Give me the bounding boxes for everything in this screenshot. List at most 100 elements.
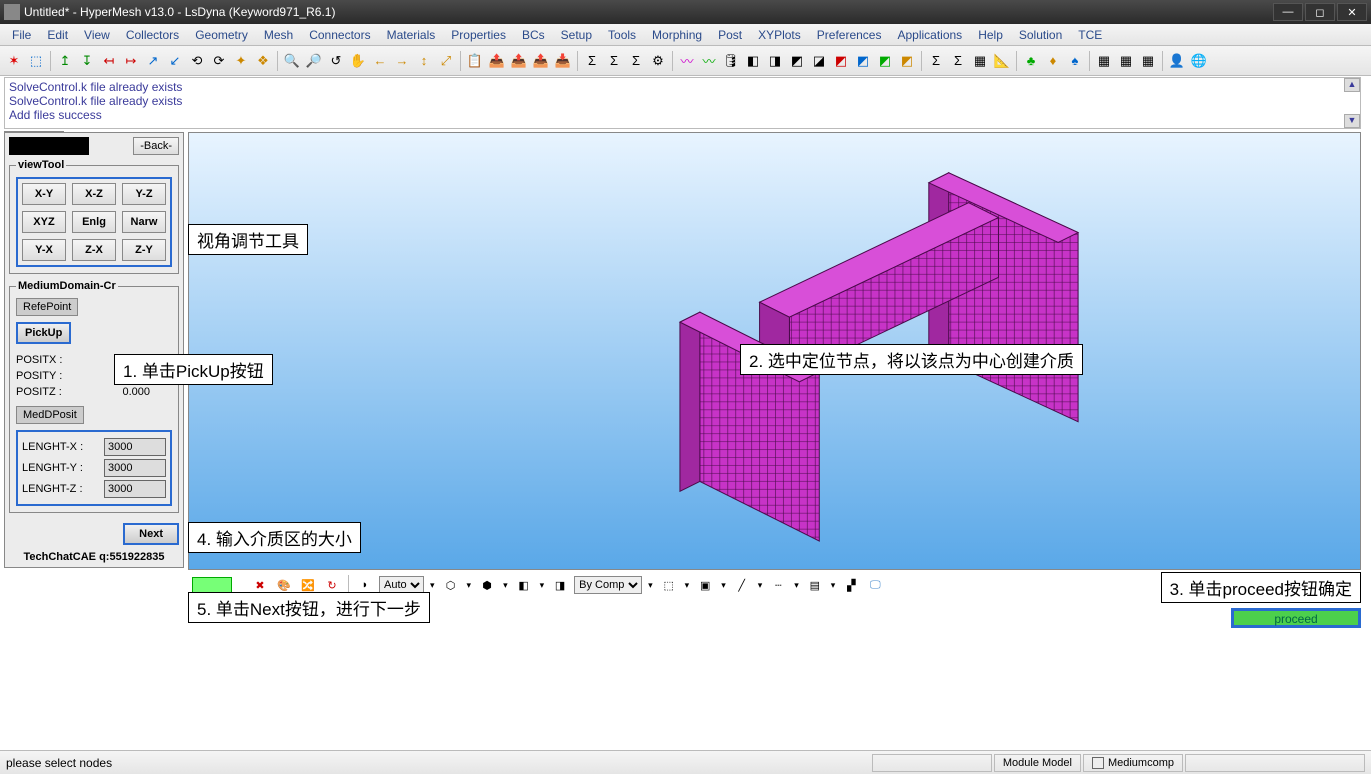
close-button[interactable]: ✕: [1337, 3, 1367, 21]
menu-view[interactable]: View: [76, 28, 118, 42]
view-enlg-button[interactable]: Enlg: [72, 211, 116, 233]
gear-icon[interactable]: ⚙: [648, 51, 668, 71]
axis-icon[interactable]: ❖: [253, 51, 273, 71]
lenz-input[interactable]: [104, 480, 166, 498]
sigma-icon[interactable]: Σ: [948, 51, 968, 71]
user-icon[interactable]: 👤: [1167, 51, 1187, 71]
layer-icon[interactable]: ▤: [805, 575, 825, 595]
axis-icon[interactable]: ↗: [143, 51, 163, 71]
tool-icon[interactable]: ♣: [1021, 51, 1041, 71]
sigma-icon[interactable]: Σ: [582, 51, 602, 71]
transparent-icon[interactable]: ⬚: [659, 575, 679, 595]
meddposit-button[interactable]: MedDPosit: [16, 406, 84, 424]
menu-morphing[interactable]: Morphing: [644, 28, 710, 42]
pan-icon[interactable]: ✋: [348, 51, 368, 71]
next-button[interactable]: Next: [123, 523, 179, 545]
menu-tce[interactable]: TCE: [1070, 28, 1110, 42]
menu-connectors[interactable]: Connectors: [301, 28, 378, 42]
cube-icon[interactable]: ◧: [514, 575, 534, 595]
export-icon[interactable]: 📤: [509, 51, 529, 71]
arrow-right-icon[interactable]: →: [392, 51, 412, 71]
line-icon[interactable]: ╱: [732, 575, 752, 595]
menu-setup[interactable]: Setup: [553, 28, 600, 42]
wire-icon[interactable]: ⬡: [441, 575, 461, 595]
export-icon[interactable]: 📤: [487, 51, 507, 71]
chevron-down-icon[interactable]: ▾: [538, 580, 547, 591]
chevron-down-icon[interactable]: ▾: [428, 580, 437, 591]
cube-icon[interactable]: ◪: [809, 51, 829, 71]
arrow-diag-icon[interactable]: ⤢: [436, 51, 456, 71]
sigma-icon[interactable]: Σ: [626, 51, 646, 71]
cube-color-icon[interactable]: ◩: [831, 51, 851, 71]
wire-icon[interactable]: ⬢: [477, 575, 497, 595]
cube-icon[interactable]: ◨: [765, 51, 785, 71]
menu-geometry[interactable]: Geometry: [187, 28, 256, 42]
view-zx-button[interactable]: Z-X: [72, 239, 116, 261]
globe-icon[interactable]: 🌐: [1189, 51, 1209, 71]
cylinder-icon[interactable]: 🛢: [721, 51, 741, 71]
sigma-icon[interactable]: Σ: [604, 51, 624, 71]
grid-icon[interactable]: ▦: [1094, 51, 1114, 71]
menu-properties[interactable]: Properties: [443, 28, 514, 42]
menu-post[interactable]: Post: [710, 28, 750, 42]
view-yx-button[interactable]: Y-X: [22, 239, 66, 261]
chevron-down-icon[interactable]: ▾: [829, 580, 838, 591]
scroll-up-button[interactable]: ▲: [1344, 78, 1360, 92]
proceed-button[interactable]: proceed: [1231, 608, 1361, 628]
menu-preferences[interactable]: Preferences: [809, 28, 890, 42]
zoom-icon[interactable]: 🔍: [282, 51, 302, 71]
axis-icon[interactable]: ⟲: [187, 51, 207, 71]
tool-icon[interactable]: ♦: [1043, 51, 1063, 71]
cube-icon[interactable]: ◧: [743, 51, 763, 71]
menu-help[interactable]: Help: [970, 28, 1011, 42]
tool-icon[interactable]: ✶: [4, 51, 24, 71]
chevron-down-icon[interactable]: ▾: [501, 580, 510, 591]
menu-mesh[interactable]: Mesh: [256, 28, 301, 42]
menu-applications[interactable]: Applications: [889, 28, 970, 42]
curve-icon[interactable]: 〰: [677, 51, 697, 71]
monitor-icon[interactable]: 🖵: [865, 575, 885, 595]
chevron-down-icon[interactable]: ▾: [756, 580, 765, 591]
export-icon[interactable]: 📥: [553, 51, 573, 71]
zoom-out-icon[interactable]: 🔎: [304, 51, 324, 71]
cube-color-icon[interactable]: ◩: [897, 51, 917, 71]
chevron-down-icon[interactable]: ▾: [683, 580, 692, 591]
grid-icon[interactable]: ▦: [1116, 51, 1136, 71]
tool-icon[interactable]: ⬚: [26, 51, 46, 71]
cube-color-icon[interactable]: ◩: [875, 51, 895, 71]
dash-icon[interactable]: ┄: [768, 575, 788, 595]
cube-color-icon[interactable]: ◩: [853, 51, 873, 71]
curve-icon[interactable]: 〰: [699, 51, 719, 71]
axis-icon[interactable]: ✦: [231, 51, 251, 71]
tool-icon[interactable]: ♠: [1065, 51, 1085, 71]
cube-icon[interactable]: ◩: [787, 51, 807, 71]
menu-materials[interactable]: Materials: [379, 28, 444, 42]
axis-icon[interactable]: ↤: [99, 51, 119, 71]
measure-icon[interactable]: 📐: [992, 51, 1012, 71]
color-select[interactable]: By Comp: [574, 576, 642, 594]
minimize-button[interactable]: —: [1273, 3, 1303, 21]
table-icon[interactable]: ▦: [970, 51, 990, 71]
export-icon[interactable]: 📤: [531, 51, 551, 71]
lenx-input[interactable]: [104, 438, 166, 456]
back-button[interactable]: -Back-: [133, 137, 179, 155]
view-xy-button[interactable]: X-Y: [22, 183, 66, 205]
menu-xyplots[interactable]: XYPlots: [750, 28, 809, 42]
view-xyz-button[interactable]: XYZ: [22, 211, 66, 233]
chevron-down-icon[interactable]: ▾: [465, 580, 474, 591]
arrow-updown-icon[interactable]: ↕: [414, 51, 434, 71]
leny-input[interactable]: [104, 459, 166, 477]
sigma-icon[interactable]: Σ: [926, 51, 946, 71]
menu-tools[interactable]: Tools: [600, 28, 644, 42]
chevron-down-icon[interactable]: ▾: [646, 580, 655, 591]
scroll-down-button[interactable]: ▼: [1344, 114, 1360, 128]
menu-edit[interactable]: Edit: [39, 28, 76, 42]
arrow-left-icon[interactable]: ←: [370, 51, 390, 71]
menu-collectors[interactable]: Collectors: [118, 28, 187, 42]
axis-icon[interactable]: ↙: [165, 51, 185, 71]
blocks-icon[interactable]: ▞: [841, 575, 861, 595]
view-zy-button[interactable]: Z-Y: [122, 239, 166, 261]
menu-bcs[interactable]: BCs: [514, 28, 553, 42]
checkbox-icon[interactable]: [1092, 757, 1104, 769]
view-narw-button[interactable]: Narw: [122, 211, 166, 233]
